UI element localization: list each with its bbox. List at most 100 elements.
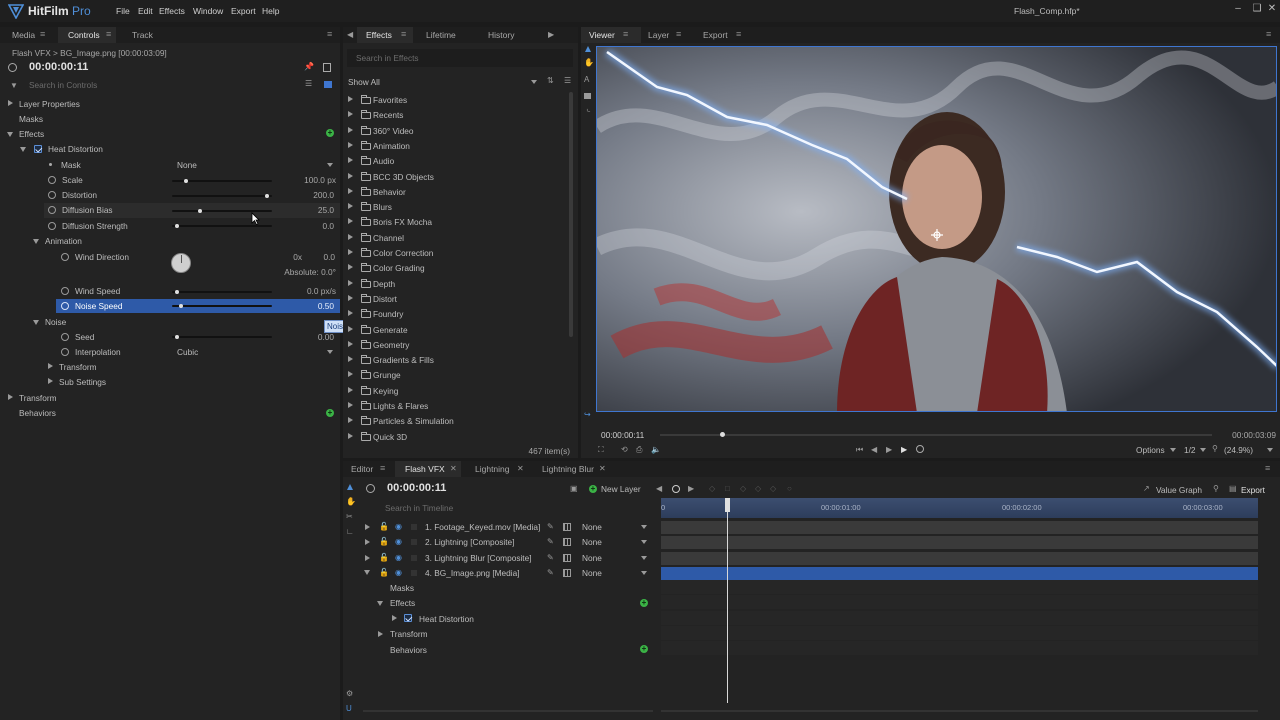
layer-blend-select[interactable]: None [582,553,602,563]
expand-folder-icon[interactable] [348,157,353,164]
playhead-handle[interactable] [724,498,730,512]
expand-folder-icon[interactable] [348,233,353,240]
tab-media[interactable]: Media [12,30,35,40]
expand-folder-icon[interactable] [348,386,353,393]
timeline-heat-distortion-label[interactable]: Heat Distortion [419,614,474,624]
value-graph-icon[interactable]: ↗ [1143,484,1150,493]
timeline-hand-tool-icon[interactable]: ✋ [346,497,356,506]
expand-folder-icon[interactable] [348,340,353,347]
maximize-icon[interactable]: ❑ [1250,3,1264,14]
layer-name[interactable]: 2. Lightning [Composite] [425,537,514,547]
menu-file[interactable]: File [116,6,130,16]
expand-folder-icon[interactable] [348,294,353,301]
diffusion-strength-slider[interactable] [172,224,272,228]
timeline-search-input[interactable]: Search in Timeline [385,503,453,513]
effects-tab-menu-icon[interactable]: ≡ [401,29,406,39]
tab-track[interactable]: Track [132,30,153,40]
new-layer-plus-icon[interactable]: + [589,485,597,493]
effects-folder-item[interactable]: Particles & Simulation [343,414,565,428]
options-dropdown-icon[interactable] [1170,448,1176,452]
zoom-icon[interactable]: ⚲ [1212,444,1218,453]
expand-folder-icon[interactable] [348,279,353,286]
pen-tool-icon[interactable]: ⌎ [584,107,590,116]
mask-tool-icon[interactable] [584,93,591,99]
keyframe-smooth-icon[interactable]: ◇ [770,484,776,493]
list-view-icon[interactable]: ☰ [305,79,312,88]
tab-history[interactable]: History [488,30,514,40]
layer-visibility-icon[interactable]: ◉ [395,568,402,577]
effects-folder-item[interactable]: Lights & Flares [343,399,565,413]
timeline-export-button[interactable]: Export [1241,485,1265,495]
effects-folder-item[interactable]: Distort [343,292,565,306]
diffusion-bias-value[interactable]: 25.0 [276,205,334,215]
effects-folder-item[interactable]: Behavior [343,185,565,199]
new-layer-button[interactable]: New Layer [601,484,641,494]
timeline-expand-heat-distortion-icon[interactable] [392,615,397,621]
effect-transform-label[interactable]: Transform [59,362,97,372]
expand-folder-icon[interactable] [348,417,353,424]
layer-timeline-bar[interactable] [661,567,1258,581]
slip-tool-icon[interactable]: ∟ [346,527,354,536]
grid-view-icon[interactable] [324,81,332,88]
expand-folder-icon[interactable] [348,203,353,210]
distortion-slider-thumb[interactable] [265,194,270,198]
layer-solo-icon[interactable] [411,570,417,577]
timeline-playhead[interactable] [724,498,730,703]
effects-folder-item[interactable]: Blurs [343,200,565,214]
effects-filter-select[interactable]: Show All [348,77,380,87]
layer-solo-icon[interactable] [411,539,417,546]
noise-label[interactable]: Noise [45,317,66,327]
diffusion-strength-slider-thumb[interactable] [174,224,179,228]
heat-distortion-checkbox[interactable] [34,145,42,153]
effects-search-input[interactable]: Search in Effects [347,49,573,67]
controls-time[interactable]: 00:00:00:11 [29,61,88,73]
viewer-panel-menu-icon[interactable]: ≡ [1266,29,1271,39]
record-icon[interactable] [916,445,924,453]
layer-blend-icon[interactable] [563,553,571,562]
expand-folder-icon[interactable] [348,325,353,332]
tab-controls[interactable]: Controls [68,30,100,40]
wind-speed-value[interactable]: 0.0 px/s [276,286,336,296]
distortion-slider[interactable] [172,194,272,198]
distortion-keyframe-icon[interactable] [48,191,56,199]
expand-layer-icon[interactable] [365,554,370,561]
noise-speed-value[interactable]: 0.50 [276,301,334,311]
viewer-resolution-select[interactable]: 1/2 [1184,445,1196,455]
seed-slider[interactable] [172,335,272,339]
layer-edit-icon[interactable]: ✎ [547,553,554,562]
interpolation-keyframe-icon[interactable] [61,348,69,356]
viewer-time-current[interactable]: 00:00:00:11 [601,430,644,440]
mask-dropdown-icon[interactable] [327,163,333,167]
step-back-icon[interactable]: ◀ [871,445,877,454]
menu-export[interactable]: Export [231,6,256,16]
tab-export-viewer[interactable]: Export [703,30,728,40]
tab-lightning[interactable]: Lightning [475,464,510,474]
layer-name[interactable]: 1. Footage_Keyed.mov [Media] [425,522,540,532]
effects-folder-item[interactable]: Foundry [343,307,565,321]
noise-speed-keyframe-icon[interactable] [61,302,69,310]
expand-folder-icon[interactable] [348,126,353,133]
effects-folder-item[interactable]: Generate [343,323,565,337]
wind-direction-turns[interactable]: 0x [266,252,302,262]
expand-folder-icon[interactable] [348,96,353,102]
expand-folder-icon[interactable] [348,402,353,408]
viewer-zoom-select[interactable]: (24.9%) [1224,445,1253,455]
select-tool-icon[interactable] [585,46,591,52]
timeline-masks-label[interactable]: Masks [390,583,414,593]
transform-label[interactable]: Transform [19,393,57,403]
effects-folder-item[interactable]: Boris FX Mocha [343,215,565,229]
link-tool-icon[interactable]: ↪ [584,410,591,419]
expand-folder-icon[interactable] [348,310,353,317]
tab-flash-vfx[interactable]: Flash VFX [405,464,445,474]
keyframe-hold-icon[interactable]: □ [725,484,730,493]
effects-list-menu-icon[interactable]: ☰ [564,76,571,85]
viewer-canvas[interactable] [596,46,1277,412]
layer-visibility-icon[interactable]: ◉ [395,522,402,531]
tab-effects[interactable]: Effects [366,30,392,40]
play-icon[interactable]: ▶ [901,445,907,454]
hand-tool-icon[interactable]: ✋ [584,58,594,67]
effects-scrollbar[interactable] [569,92,573,337]
layer-lock-icon[interactable]: 🔓 [379,568,389,577]
effects-folder-item[interactable]: Recents [343,108,565,122]
scale-slider[interactable] [172,179,272,183]
